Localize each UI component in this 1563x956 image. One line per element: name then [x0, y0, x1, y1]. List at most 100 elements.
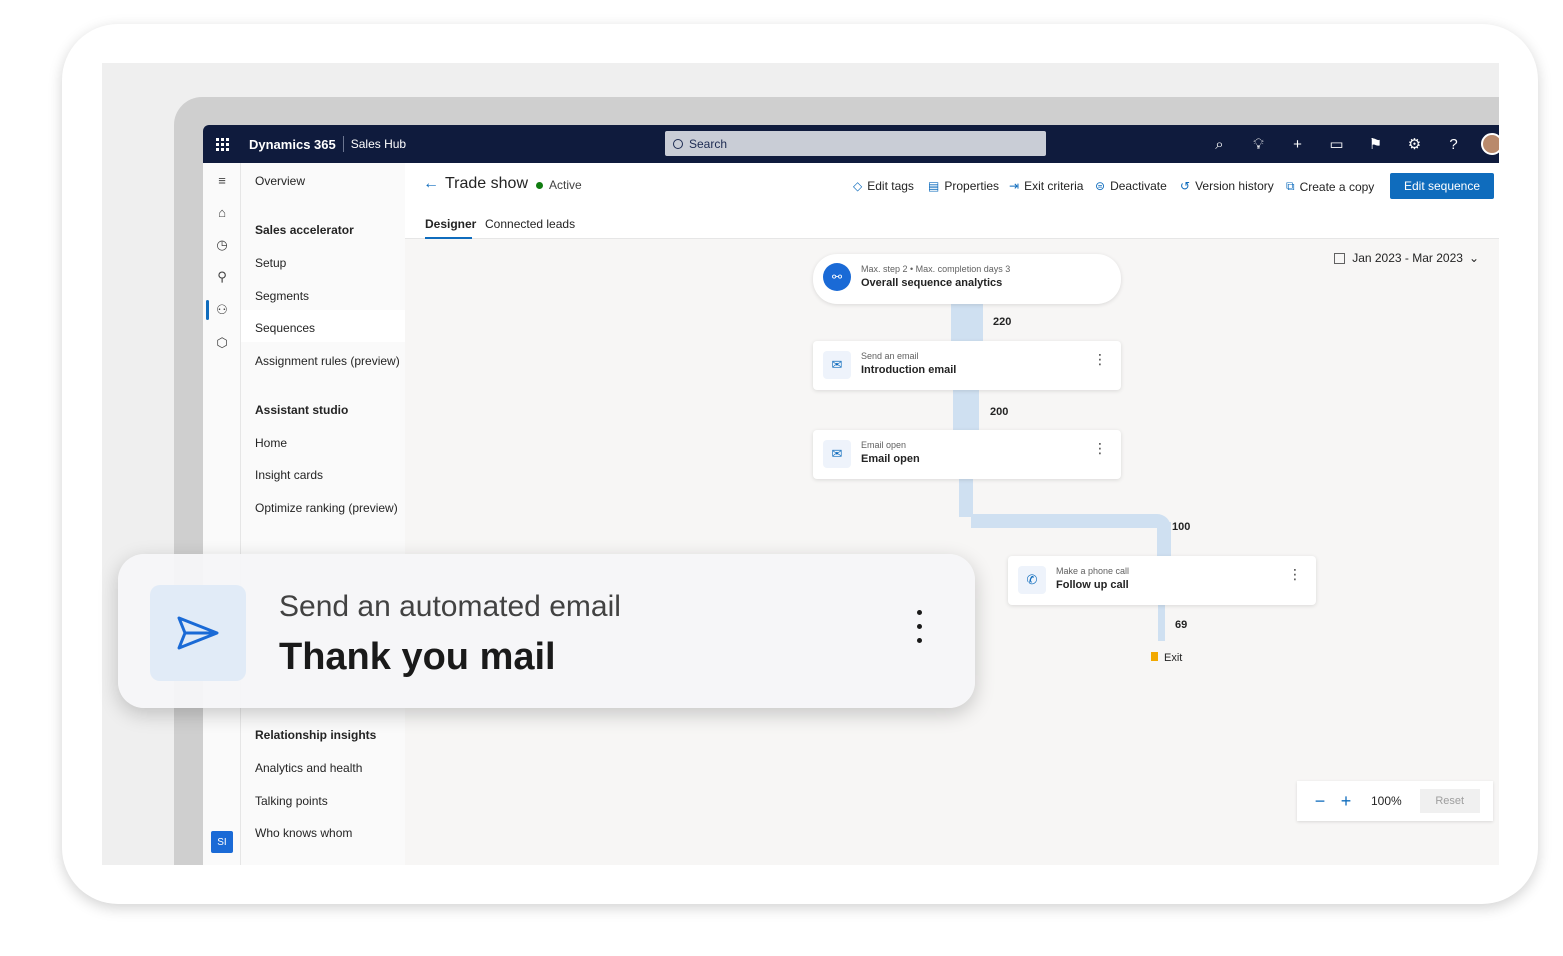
flow-connector [1158, 605, 1165, 641]
assistant-icon[interactable]: ⚑ [1356, 125, 1395, 163]
highlighted-step-title: Thank you mail [279, 636, 556, 678]
open-mail-icon: ✉ [823, 440, 851, 468]
plus-icon[interactable]: + [1278, 125, 1317, 163]
hub-name[interactable]: Sales Hub [351, 137, 406, 151]
app-name[interactable]: Dynamics 365 [249, 137, 336, 152]
sitemap-nav: Overview Sales accelerator Setup Segment… [241, 163, 405, 865]
create-copy-label: Create a copy [1299, 179, 1375, 194]
flow-connector [971, 514, 1171, 528]
nav-item-talking-points[interactable]: Talking points [255, 794, 328, 808]
nav-item-sequences[interactable]: Sequences [255, 321, 315, 335]
status-dot-icon [536, 182, 543, 189]
step-count: 200 [990, 406, 1009, 418]
edit-sequence-button[interactable]: Edit sequence [1390, 173, 1494, 199]
area-switcher[interactable]: SI [211, 831, 233, 853]
nav-item-assignment-rules[interactable]: Assignment rules (preview) [255, 354, 400, 368]
exit-flag-icon [1151, 652, 1158, 661]
settings-icon[interactable]: ⚙ [1395, 125, 1434, 163]
date-range-picker[interactable]: Jan 2023 - Mar 2023 ⌄ [1334, 251, 1479, 265]
chat-icon[interactable]: ▭ [1317, 125, 1356, 163]
avatar[interactable] [1481, 133, 1499, 155]
deactivate-button[interactable]: ⊜ Deactivate [1095, 179, 1167, 193]
version-history-label: Version history [1195, 179, 1274, 193]
step-card-email-open[interactable]: ✉ Email open Email open ⋮ [813, 430, 1121, 479]
flow-connector [951, 303, 983, 341]
search-placeholder: Search [689, 136, 728, 151]
deactivate-label: Deactivate [1110, 179, 1167, 193]
hamburger-menu-icon[interactable]: ≡ [214, 173, 230, 189]
more-options-icon[interactable]: ⋮ [1093, 441, 1107, 455]
zoom-controls: − + 100% Reset [1297, 781, 1493, 821]
version-history-button[interactable]: ↺ Version history [1180, 179, 1274, 193]
nav-group-assistant-studio: Assistant studio [255, 403, 349, 417]
exit-label: Exit [1164, 652, 1183, 664]
step-card-email[interactable]: ✉ Send an email Introduction email ⋮ [813, 341, 1121, 390]
app-launcher-icon[interactable] [203, 125, 241, 163]
nav-item-optimize-ranking[interactable]: Optimize ranking (preview) [255, 501, 398, 515]
record-status: Active [549, 178, 582, 192]
nav-group-relationship-insights: Relationship insights [255, 728, 377, 742]
cube-icon[interactable]: ⬡ [214, 335, 230, 351]
edit-tags-button[interactable]: ◇ Edit tags [853, 179, 914, 193]
document-icon: ▤ [928, 179, 940, 193]
exit-criteria-button[interactable]: ⇥ Exit criteria [1009, 179, 1083, 193]
flow-connector [953, 390, 979, 430]
nav-group-sales-accelerator: Sales accelerator [255, 223, 354, 237]
people-icon[interactable]: ⚇ [214, 302, 230, 318]
tag-icon: ◇ [853, 179, 863, 193]
more-options-icon[interactable]: ⋮ [1093, 352, 1107, 366]
rail-active-indicator [206, 300, 209, 320]
more-options-icon[interactable] [917, 610, 923, 643]
step-subtitle: Make a phone call [1056, 566, 1130, 576]
step-count: 69 [1175, 619, 1188, 631]
flow-connector [959, 479, 973, 517]
nav-item-segments[interactable]: Segments [255, 289, 309, 303]
search-input[interactable]: Search [665, 131, 1046, 156]
reset-zoom-button[interactable]: Reset [1419, 789, 1480, 813]
nav-item-setup[interactable]: Setup [255, 256, 286, 270]
nav-item-home[interactable]: Home [255, 436, 287, 450]
date-range-label: Jan 2023 - Mar 2023 [1352, 251, 1463, 265]
calendar-icon [1334, 252, 1346, 264]
step-title: Introduction email [861, 364, 957, 376]
topbar-actions: ⌕ 💡︎ + ▭ ⚑ ⚙ ? [1200, 125, 1499, 163]
nav-item-overview[interactable]: Overview [255, 174, 305, 188]
create-copy-button[interactable]: ⧉ Create a copy [1286, 179, 1374, 194]
step-title: Email open [861, 453, 920, 465]
mail-icon: ✉ [823, 351, 851, 379]
pin-icon[interactable]: ⚲ [214, 269, 230, 285]
zoom-in-button[interactable]: + [1333, 791, 1359, 812]
zoom-out-button[interactable]: − [1307, 791, 1333, 812]
highlighted-step-subtitle: Send an automated email [279, 590, 621, 623]
nav-item-who-knows-whom[interactable]: Who knows whom [255, 826, 352, 840]
topbar-divider [342, 136, 344, 152]
designer-canvas: Jan 2023 - Mar 2023 ⌄ 220 200 100 69 Exi… [405, 239, 1499, 865]
analytics-icon: ⚯ [823, 263, 851, 291]
search-icon[interactable]: ⌕ [1200, 125, 1239, 163]
exit-icon: ⇥ [1009, 179, 1020, 193]
home-icon[interactable]: ⌂ [214, 205, 230, 221]
lightbulb-icon[interactable]: 💡︎ [1239, 125, 1278, 163]
back-arrow-icon[interactable]: ← [423, 175, 439, 193]
highlighted-step-card[interactable]: Send an automated email Thank you mail [118, 554, 975, 708]
properties-button[interactable]: ▤ Properties [928, 179, 999, 193]
tab-connected-leads[interactable]: Connected leads [485, 217, 575, 231]
backdrop: Dynamics 365 Sales Hub Search ⌕ 💡︎ + ▭ ⚑… [102, 63, 1499, 865]
step-title: Follow up call [1056, 579, 1129, 591]
search-icon [673, 138, 683, 149]
sequence-analytics-card[interactable]: ⚯ Max. step 2 • Max. completion days 3 O… [813, 254, 1121, 304]
tab-designer[interactable]: Designer [425, 217, 476, 231]
more-options-icon[interactable]: ⋮ [1288, 567, 1302, 581]
help-icon[interactable]: ? [1434, 125, 1473, 163]
nav-item-analytics-health[interactable]: Analytics and health [255, 761, 362, 775]
analytics-title: Overall sequence analytics [861, 277, 1003, 289]
deactivate-icon: ⊜ [1095, 179, 1106, 193]
app-screen: Dynamics 365 Sales Hub Search ⌕ 💡︎ + ▭ ⚑… [203, 125, 1499, 865]
nav-item-insight-cards[interactable]: Insight cards [255, 468, 323, 482]
record-title: Trade show [445, 175, 528, 192]
step-count: 220 [993, 316, 1012, 328]
step-card-phone-call[interactable]: ✆ Make a phone call Follow up call ⋮ [1008, 556, 1316, 605]
phone-icon: ✆ [1018, 566, 1046, 594]
recent-icon[interactable]: ◷ [214, 237, 230, 253]
step-subtitle: Send an email [861, 351, 919, 361]
